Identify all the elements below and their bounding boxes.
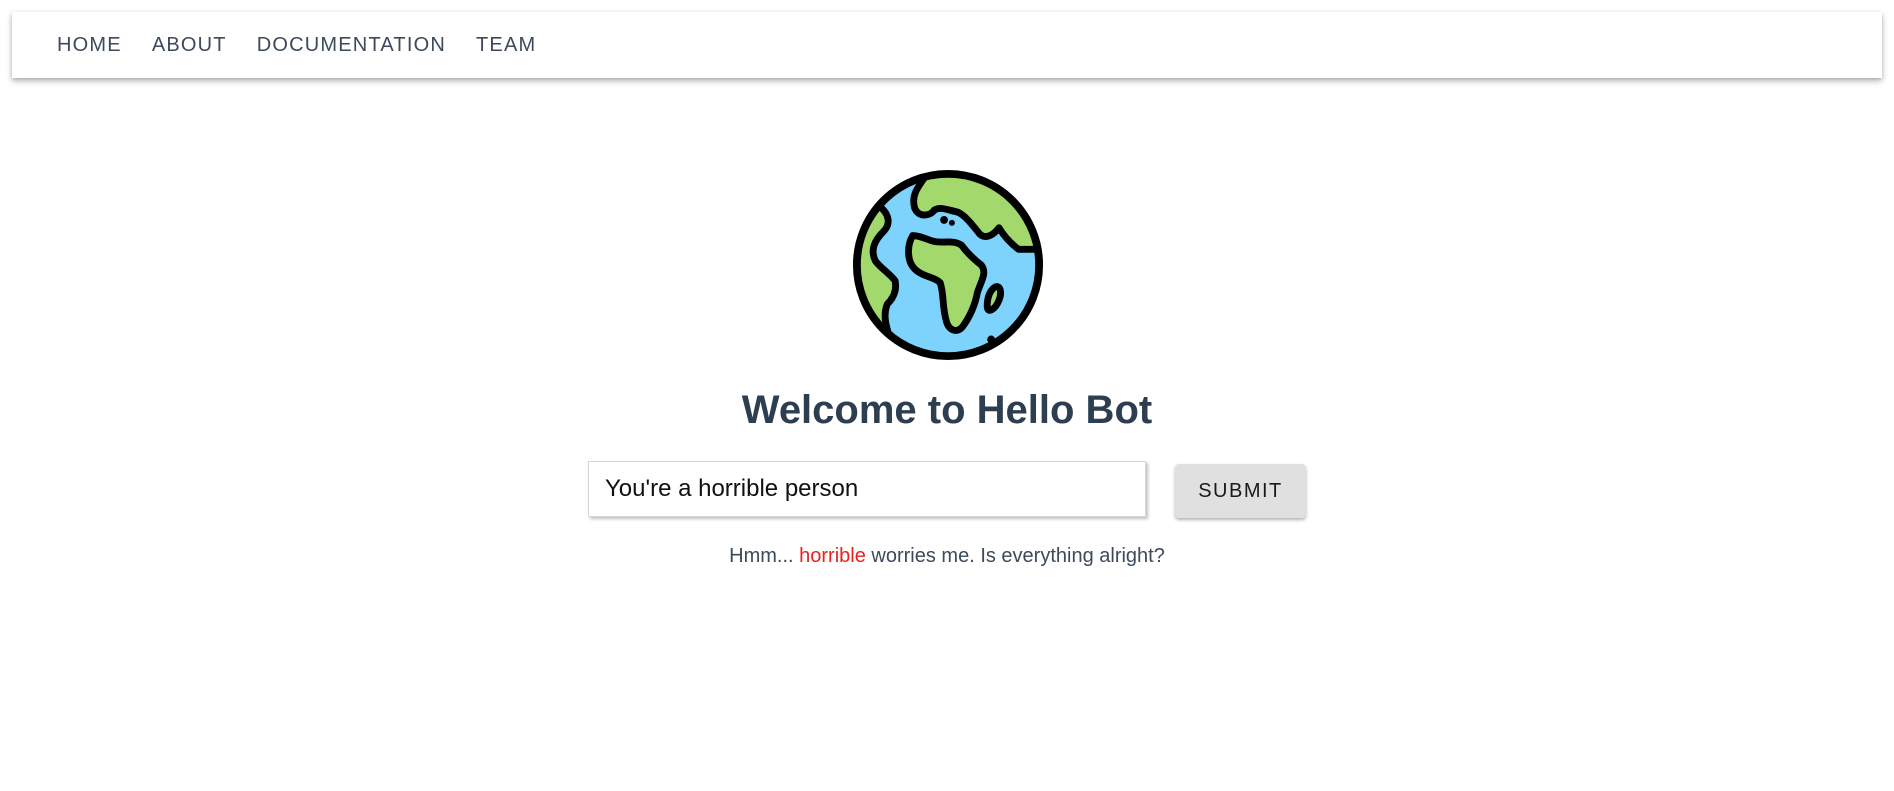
nav-link-documentation[interactable]: DOCUMENTATION <box>257 34 446 57</box>
flagged-word: horrible <box>799 545 866 567</box>
top-navbar: HOME ABOUT DOCUMENTATION TEAM <box>12 12 1882 78</box>
main-content: HOME ABOUT DOCUMENTATION TEAM Welcome to <box>0 0 1894 791</box>
response-prefix: Hmm... <box>729 545 794 567</box>
nav-link-team[interactable]: TEAM <box>476 34 536 57</box>
page-title: Welcome to Hello Bot <box>741 388 1153 432</box>
response-suffix: worries me. Is everything alright? <box>871 545 1165 567</box>
message-input[interactable] <box>588 461 1146 517</box>
nav-link-about[interactable]: ABOUT <box>152 34 227 57</box>
globe-icon <box>852 169 1044 361</box>
nav-link-home[interactable]: HOME <box>57 34 122 57</box>
bot-response: Hmm... horrible worries me. Is everythin… <box>0 545 1894 568</box>
submit-button[interactable]: SUBMIT <box>1175 464 1306 518</box>
